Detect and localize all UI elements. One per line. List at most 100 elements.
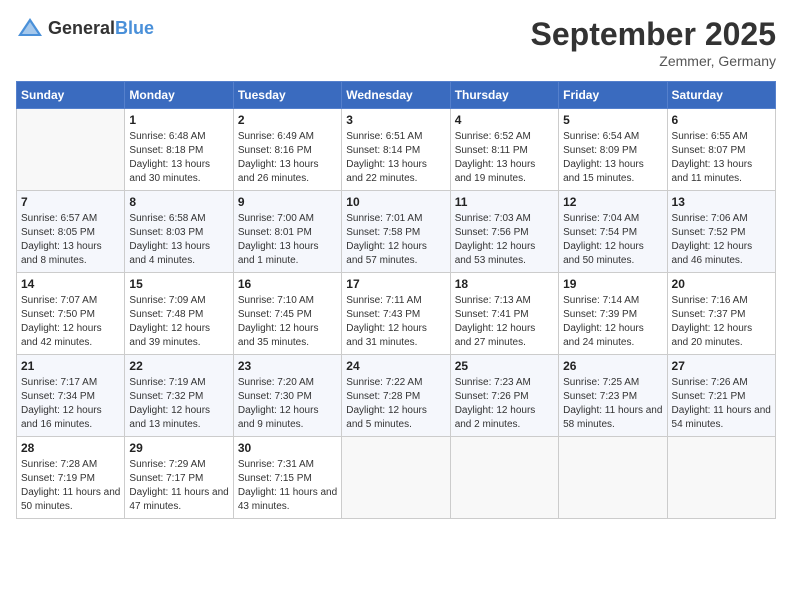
day-info: Sunrise: 6:55 AMSunset: 8:07 PMDaylight:…	[672, 130, 771, 186]
day-number: 2	[238, 113, 337, 127]
day-info: Sunrise: 7:29 AMSunset: 7:17 PMDaylight:…	[129, 458, 228, 514]
day-number: 22	[129, 359, 228, 373]
day-info: Sunrise: 7:14 AMSunset: 7:39 PMDaylight:…	[563, 294, 662, 350]
weekday-header-thursday: Thursday	[450, 82, 558, 109]
day-number: 1	[129, 113, 228, 127]
logo-icon	[16, 16, 44, 40]
day-info: Sunrise: 7:26 AMSunset: 7:21 PMDaylight:…	[672, 376, 771, 432]
day-info: Sunrise: 7:04 AMSunset: 7:54 PMDaylight:…	[563, 212, 662, 268]
calendar-cell: 30 Sunrise: 7:31 AMSunset: 7:15 PMDayligh…	[233, 437, 341, 519]
calendar-row-0: 1 Sunrise: 6:48 AMSunset: 8:18 PMDaylight…	[17, 109, 776, 191]
calendar-row-1: 7 Sunrise: 6:57 AMSunset: 8:05 PMDaylight…	[17, 191, 776, 273]
calendar-cell: 6Sunrise: 6:55 AMSunset: 8:07 PMDaylight…	[667, 109, 775, 191]
day-number: 28	[21, 441, 120, 455]
calendar-row-3: 21 Sunrise: 7:17 AMSunset: 7:34 PMDayligh…	[17, 355, 776, 437]
day-info: Sunrise: 7:00 AMSunset: 8:01 PMDaylight:…	[238, 212, 337, 268]
day-info: Sunrise: 7:16 AMSunset: 7:37 PMDaylight:…	[672, 294, 771, 350]
day-info: Sunrise: 6:48 AMSunset: 8:18 PMDaylight:…	[129, 130, 228, 186]
day-number: 17	[346, 277, 445, 291]
day-number: 23	[238, 359, 337, 373]
weekday-header-sunday: Sunday	[17, 82, 125, 109]
calendar-cell: 28 Sunrise: 7:28 AMSunset: 7:19 PMDayligh…	[17, 437, 125, 519]
day-info: Sunrise: 7:20 AMSunset: 7:30 PMDaylight:…	[238, 376, 337, 432]
day-info: Sunrise: 6:52 AMSunset: 8:11 PMDaylight:…	[455, 130, 554, 186]
day-info: Sunrise: 7:28 AMSunset: 7:19 PMDaylight:…	[21, 458, 120, 514]
calendar-cell	[17, 109, 125, 191]
day-info: Sunrise: 7:09 AMSunset: 7:48 PMDaylight:…	[129, 294, 228, 350]
calendar-cell: 3 Sunrise: 6:51 AMSunset: 8:14 PMDaylight…	[342, 109, 450, 191]
day-number: 15	[129, 277, 228, 291]
day-number: 14	[21, 277, 120, 291]
calendar-cell: 12 Sunrise: 7:04 AMSunset: 7:54 PMDayligh…	[559, 191, 667, 273]
day-info: Sunrise: 7:19 AMSunset: 7:32 PMDaylight:…	[129, 376, 228, 432]
day-info: Sunrise: 7:17 AMSunset: 7:34 PMDaylight:…	[21, 376, 120, 432]
day-number: 10	[346, 195, 445, 209]
day-number: 8	[129, 195, 228, 209]
day-number: 29	[129, 441, 228, 455]
calendar-cell: 29 Sunrise: 7:29 AMSunset: 7:17 PMDayligh…	[125, 437, 233, 519]
day-number: 25	[455, 359, 554, 373]
day-info: Sunrise: 7:03 AMSunset: 7:56 PMDaylight:…	[455, 212, 554, 268]
weekday-header-row: SundayMondayTuesdayWednesdayThursdayFrid…	[17, 82, 776, 109]
day-number: 26	[563, 359, 662, 373]
calendar-row-2: 14Sunrise: 7:07 AMSunset: 7:50 PMDayligh…	[17, 273, 776, 355]
page-header: GeneralBlue September 2025 Zemmer, Germa…	[16, 16, 776, 69]
calendar-cell: 2 Sunrise: 6:49 AMSunset: 8:16 PMDaylight…	[233, 109, 341, 191]
calendar-cell: 8 Sunrise: 6:58 AMSunset: 8:03 PMDaylight…	[125, 191, 233, 273]
day-info: Sunrise: 7:10 AMSunset: 7:45 PMDaylight:…	[238, 294, 337, 350]
day-number: 18	[455, 277, 554, 291]
calendar-cell: 25 Sunrise: 7:23 AMSunset: 7:26 PMDayligh…	[450, 355, 558, 437]
calendar-cell: 4 Sunrise: 6:52 AMSunset: 8:11 PMDaylight…	[450, 109, 558, 191]
day-info: Sunrise: 7:01 AMSunset: 7:58 PMDaylight:…	[346, 212, 445, 268]
weekday-header-monday: Monday	[125, 82, 233, 109]
calendar-cell: 19 Sunrise: 7:14 AMSunset: 7:39 PMDayligh…	[559, 273, 667, 355]
weekday-header-saturday: Saturday	[667, 82, 775, 109]
day-info: Sunrise: 7:25 AMSunset: 7:23 PMDaylight:…	[563, 376, 662, 432]
calendar-cell: 13 Sunrise: 7:06 AMSunset: 7:52 PMDayligh…	[667, 191, 775, 273]
day-info: Sunrise: 6:54 AMSunset: 8:09 PMDaylight:…	[563, 130, 662, 186]
location: Zemmer, Germany	[531, 53, 776, 69]
day-info: Sunrise: 7:06 AMSunset: 7:52 PMDaylight:…	[672, 212, 771, 268]
calendar-cell: 24Sunrise: 7:22 AMSunset: 7:28 PMDayligh…	[342, 355, 450, 437]
calendar-cell: 1 Sunrise: 6:48 AMSunset: 8:18 PMDaylight…	[125, 109, 233, 191]
day-number: 4	[455, 113, 554, 127]
day-number: 7	[21, 195, 120, 209]
calendar-cell: 23 Sunrise: 7:20 AMSunset: 7:30 PMDayligh…	[233, 355, 341, 437]
month-title: September 2025	[531, 16, 776, 53]
logo-blue-text: Blue	[115, 18, 154, 38]
day-info: Sunrise: 7:11 AMSunset: 7:43 PMDaylight:…	[346, 294, 445, 350]
calendar-cell: 20 Sunrise: 7:16 AMSunset: 7:37 PMDayligh…	[667, 273, 775, 355]
title-area: September 2025 Zemmer, Germany	[531, 16, 776, 69]
calendar-row-4: 28 Sunrise: 7:28 AMSunset: 7:19 PMDayligh…	[17, 437, 776, 519]
day-info: Sunrise: 6:49 AMSunset: 8:16 PMDaylight:…	[238, 130, 337, 186]
day-info: Sunrise: 6:57 AMSunset: 8:05 PMDaylight:…	[21, 212, 120, 268]
calendar-cell: 21 Sunrise: 7:17 AMSunset: 7:34 PMDayligh…	[17, 355, 125, 437]
weekday-header-tuesday: Tuesday	[233, 82, 341, 109]
day-number: 13	[672, 195, 771, 209]
day-number: 3	[346, 113, 445, 127]
day-number: 19	[563, 277, 662, 291]
day-number: 12	[563, 195, 662, 209]
calendar-cell	[667, 437, 775, 519]
day-number: 21	[21, 359, 120, 373]
day-number: 16	[238, 277, 337, 291]
day-info: Sunrise: 7:13 AMSunset: 7:41 PMDaylight:…	[455, 294, 554, 350]
calendar-table: SundayMondayTuesdayWednesdayThursdayFrid…	[16, 81, 776, 519]
calendar-cell: 26 Sunrise: 7:25 AMSunset: 7:23 PMDayligh…	[559, 355, 667, 437]
calendar-cell: 18 Sunrise: 7:13 AMSunset: 7:41 PMDayligh…	[450, 273, 558, 355]
calendar-cell	[342, 437, 450, 519]
calendar-cell: 22 Sunrise: 7:19 AMSunset: 7:32 PMDayligh…	[125, 355, 233, 437]
day-info: Sunrise: 6:58 AMSunset: 8:03 PMDaylight:…	[129, 212, 228, 268]
day-info: Sunrise: 7:31 AMSunset: 7:15 PMDaylight:…	[238, 458, 337, 514]
calendar-cell: 10 Sunrise: 7:01 AMSunset: 7:58 PMDayligh…	[342, 191, 450, 273]
calendar-cell	[450, 437, 558, 519]
logo: GeneralBlue	[16, 16, 154, 40]
day-number: 20	[672, 277, 771, 291]
day-number: 30	[238, 441, 337, 455]
day-number: 11	[455, 195, 554, 209]
calendar-cell: 14Sunrise: 7:07 AMSunset: 7:50 PMDayligh…	[17, 273, 125, 355]
day-info: Sunrise: 6:51 AMSunset: 8:14 PMDaylight:…	[346, 130, 445, 186]
day-info: Sunrise: 7:23 AMSunset: 7:26 PMDaylight:…	[455, 376, 554, 432]
day-number: 5	[563, 113, 662, 127]
logo-general-text: General	[48, 18, 115, 38]
